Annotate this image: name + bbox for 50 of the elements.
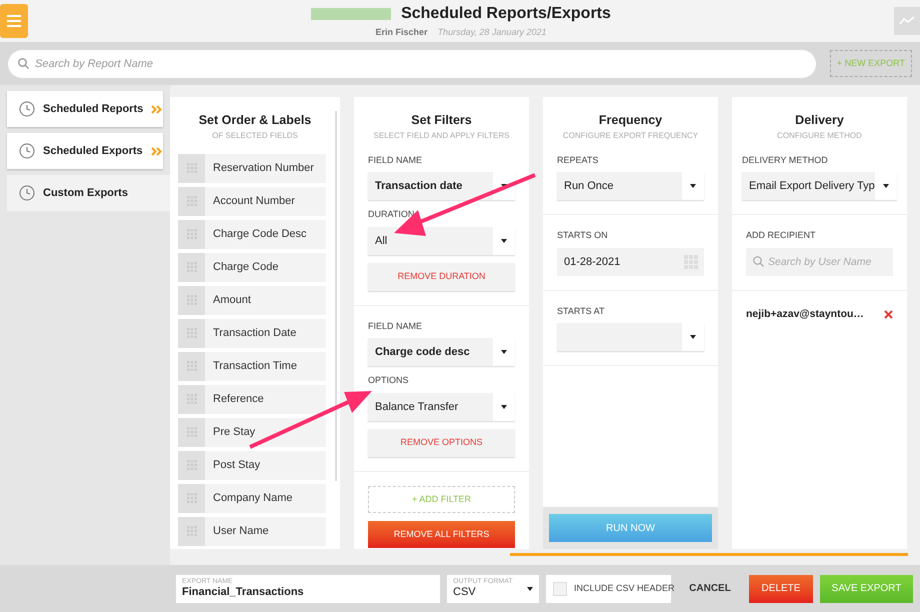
field-label: STARTS AT [557,304,606,318]
field-label: OPTIONS [368,374,410,388]
field-label: FIELD NAME [368,154,424,167]
field-row[interactable]: Amount [178,286,326,315]
search-field[interactable]: Search by Report Name [8,50,816,78]
field-row[interactable]: Charge Code [178,252,326,282]
field-row[interactable]: User Name [178,516,326,546]
dropdown[interactable]: Transaction date [368,172,515,200]
field-row[interactable]: Reservation Number [178,154,326,183]
date-text: Thursday, 28 January 2021 [438,26,546,40]
field-row[interactable]: Pre Stay [178,418,326,447]
field-label: REPEATS [557,154,600,167]
dropdown[interactable]: Balance Transfer [368,392,515,421]
sidebar-item[interactable]: Scheduled Exports [7,133,163,169]
dropdown[interactable]: All [368,226,515,255]
panel-subtitle: CONFIGURE METHOD [777,130,862,142]
dropdown[interactable]: Charge code desc [368,338,515,366]
user-name: Erin Fischer [376,26,428,40]
sidebar-item[interactable]: Scheduled Reports [7,91,163,127]
delete-button[interactable]: DELETE [749,574,813,602]
remove-filter-button[interactable]: REMOVE DURATION [368,262,515,291]
field-label: DELIVERY METHOD [742,154,829,167]
field-row[interactable]: Reference [178,384,326,414]
panel-title: Delivery [795,112,844,129]
field-label: STARTS ON [557,229,609,242]
sidebar-item[interactable]: Custom Exports [7,175,170,211]
page-title: Scheduled Reports/Exports [401,4,611,24]
panel-subtitle: OF SELECTED FIELDS [212,130,298,142]
panel-title: Set Filters [411,112,472,129]
field-row[interactable]: Transaction Time [178,352,326,381]
panel-title: Set Order & Labels [198,112,312,129]
dropdown[interactable]: Email Export Delivery Typ [742,172,897,200]
field-row[interactable]: Post Stay [178,450,326,480]
field-row[interactable]: Account Number [178,186,326,216]
field-row[interactable]: Transaction Date [178,318,326,348]
field-label: ADD RECIPIENT [746,229,817,242]
date-field[interactable]: 01-28-2021 [557,248,704,276]
panel-title: Frequency [598,112,662,129]
field-label: FIELD NAME [368,320,424,333]
panel-subtitle: CONFIGURE EXPORT FREQUENCY [562,130,698,142]
recipient-search-field[interactable]: Search by User Name [746,248,893,276]
cancel-button[interactable]: CANCEL [678,574,742,602]
field-label: DURATION [368,208,416,222]
panel-subtitle: SELECT FIELD AND APPLY FILTERS [374,130,510,142]
field-row[interactable]: Company Name [178,484,326,513]
field-row[interactable]: Charge Code Desc [178,220,326,249]
remove-filter-button[interactable]: REMOVE OPTIONS [368,428,515,457]
remove-all-filters-button[interactable]: REMOVE ALL FILTERS [368,520,515,548]
recipient-email: nejib+azav@stayntou… [746,306,865,322]
dropdown[interactable]: Run Once [557,172,704,200]
